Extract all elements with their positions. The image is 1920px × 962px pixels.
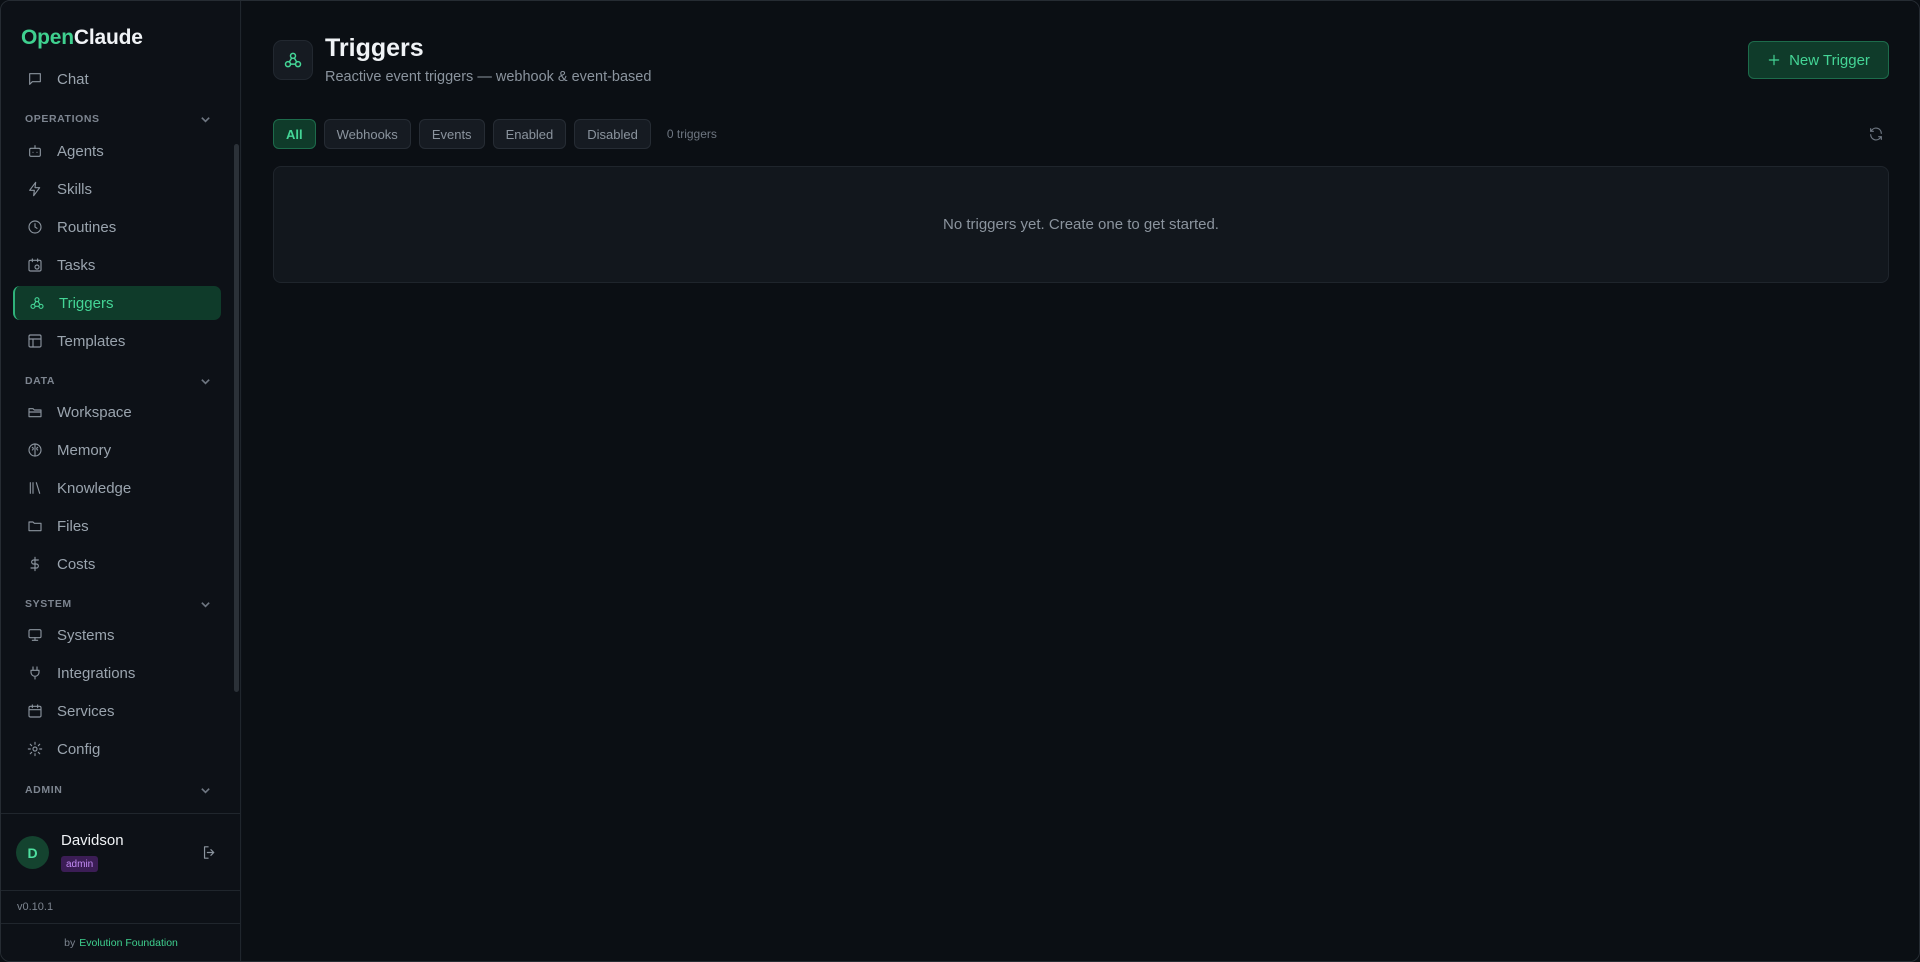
- triggers-empty-state: No triggers yet. Create one to get start…: [273, 166, 1889, 283]
- clock-icon: [27, 219, 43, 235]
- sidebar-item-knowledge[interactable]: Knowledge: [13, 471, 221, 505]
- sidebar-item-config[interactable]: Config: [13, 732, 221, 766]
- page-title: Triggers: [325, 34, 424, 62]
- filter-disabled[interactable]: Disabled: [574, 119, 651, 149]
- chevron-down-icon: [201, 787, 210, 794]
- sidebar-item-routines[interactable]: Routines: [13, 210, 221, 244]
- sidebar-item-systems[interactable]: Systems: [13, 618, 221, 652]
- plug-icon: [27, 665, 43, 681]
- folder-open-icon: [27, 404, 43, 420]
- sidebar-item-templates[interactable]: Templates: [13, 324, 221, 358]
- section-operations[interactable]: OPERATIONS: [25, 111, 211, 127]
- page-subtitle: Reactive event triggers — webhook & even…: [325, 69, 652, 85]
- footer-divider: [1, 923, 241, 924]
- new-trigger-button[interactable]: New Trigger: [1748, 41, 1889, 79]
- brain-icon: [27, 442, 43, 458]
- app-version: v0.10.1: [17, 901, 54, 913]
- org-link[interactable]: Evolution Foundation: [79, 937, 178, 949]
- bot-icon: [27, 143, 43, 159]
- sidebar-item-services[interactable]: Services: [13, 694, 221, 728]
- lightning-icon: [27, 181, 43, 197]
- chat-icon: [27, 71, 43, 87]
- filter-all[interactable]: All: [273, 119, 316, 149]
- user-name: Davidson: [61, 832, 124, 849]
- user-profile: D Davidson admin: [1, 813, 241, 891]
- chevron-down-icon: [201, 116, 210, 123]
- app-window: OpenClaude Chat OPERATIONS Agents Skills: [0, 0, 1920, 962]
- folder-icon: [27, 518, 43, 534]
- webhook-icon: [29, 295, 45, 311]
- logout-button[interactable]: [201, 844, 218, 861]
- sidebar-item-files[interactable]: Files: [13, 509, 221, 543]
- sidebar-item-integrations[interactable]: Integrations: [13, 656, 221, 690]
- brand-logo[interactable]: OpenClaude: [21, 26, 143, 50]
- sidebar-item-skills[interactable]: Skills: [13, 172, 221, 206]
- logout-icon: [203, 846, 215, 859]
- monitor-icon: [27, 627, 43, 643]
- sidebar-item-chat[interactable]: Chat: [13, 67, 221, 96]
- sidebar-nav: Chat OPERATIONS Agents Skills Routines T…: [1, 67, 241, 813]
- section-data[interactable]: DATA: [25, 373, 211, 389]
- calendar-clock-icon: [27, 257, 43, 273]
- triggers-header-icon: [273, 40, 313, 80]
- refresh-icon: [1870, 127, 1882, 141]
- section-system[interactable]: SYSTEM: [25, 596, 211, 612]
- footer-credit: by Evolution Foundation: [64, 937, 178, 949]
- webhook-icon: [284, 52, 302, 68]
- filter-webhooks[interactable]: Webhooks: [323, 119, 411, 149]
- avatar[interactable]: D: [16, 836, 49, 869]
- section-admin[interactable]: ADMIN: [25, 782, 211, 798]
- empty-message: No triggers yet. Create one to get start…: [943, 216, 1219, 233]
- sidebar-item-workspace[interactable]: Workspace: [13, 395, 221, 429]
- sidebar: OpenClaude Chat OPERATIONS Agents Skills: [1, 1, 241, 961]
- role-badge: admin: [61, 856, 99, 872]
- filter-events[interactable]: Events: [418, 119, 485, 149]
- sidebar-scrollbar[interactable]: [234, 144, 239, 692]
- gear-icon: [27, 741, 43, 757]
- layout-icon: [27, 333, 43, 349]
- main-content: Triggers Reactive event triggers — webho…: [242, 1, 1919, 961]
- sidebar-item-memory[interactable]: Memory: [13, 433, 221, 467]
- sidebar-item-tasks[interactable]: Tasks: [13, 248, 221, 282]
- sidebar-item-costs[interactable]: Costs: [13, 547, 221, 581]
- filter-bar: All Webhooks Events Enabled Disabled 0 t…: [273, 119, 717, 149]
- trigger-count: 0 triggers: [666, 127, 717, 141]
- refresh-button[interactable]: [1868, 126, 1884, 142]
- dollar-icon: [27, 556, 43, 572]
- sidebar-item-triggers[interactable]: Triggers: [13, 286, 221, 320]
- library-icon: [27, 480, 43, 496]
- chevron-down-icon: [201, 378, 210, 385]
- chevron-down-icon: [201, 601, 210, 608]
- filter-enabled[interactable]: Enabled: [492, 119, 567, 149]
- sidebar-item-agents[interactable]: Agents: [13, 134, 221, 168]
- calendar-icon: [27, 703, 43, 719]
- plus-icon: [1768, 54, 1780, 66]
